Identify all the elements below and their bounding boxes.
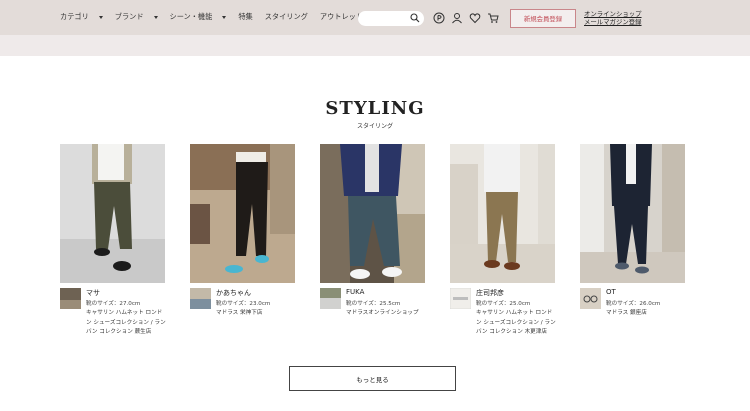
main-nav: カテゴリ ブランド シーン・機能 特集 スタイリング アウトレット <box>60 12 375 22</box>
styling-photo[interactable] <box>450 144 555 283</box>
section-title: STYLING <box>325 98 425 119</box>
nav-item-outlet[interactable]: アウトレット <box>320 12 363 22</box>
avatar <box>580 288 601 309</box>
nav-item-brand[interactable]: ブランド <box>115 12 158 22</box>
see-more-button[interactable]: もっと見る <box>289 366 456 391</box>
stylist-name: FUKA <box>346 288 365 296</box>
shop-link-line2[interactable]: メールマガジン登録 <box>584 18 642 26</box>
section-subtitle: スタイリング <box>356 123 393 130</box>
shoe-size: 靴のサイズ：26.0cm <box>606 301 661 307</box>
store-name: マドラスオンラインショップ <box>346 310 419 316</box>
shoe-size: 靴のサイズ：25.5cm <box>346 301 401 307</box>
store-name: マドラス 銀座店 <box>606 310 647 316</box>
cart-icon[interactable] <box>487 12 499 24</box>
search-input[interactable] <box>358 11 424 26</box>
caret-down-icon <box>222 15 227 19</box>
shoe-size: 靴のサイズ：23.0cm <box>216 301 271 307</box>
favorite-icon[interactable] <box>469 12 481 24</box>
styling-card[interactable]: 庄司邦彦 靴のサイズ：25.0cm キャサリン ハムネット ロンドン シューズコ… <box>450 144 556 348</box>
avatar <box>320 288 341 309</box>
nav-label: ブランド <box>114 12 144 21</box>
caret-down-icon <box>98 15 103 19</box>
nav-label: スタイリング <box>264 12 308 21</box>
shoe-size: 靴のサイズ：27.0cm <box>86 301 141 307</box>
nav-label: カテゴリ <box>60 12 89 21</box>
stylist-name: 庄司邦彦 <box>476 289 504 297</box>
styling-photo[interactable] <box>580 144 685 283</box>
nav-label: アウトレット <box>319 12 363 21</box>
styling-card[interactable]: FUKA 靴のサイズ：25.5cm マドラスオンラインショップ <box>320 144 425 348</box>
avatar <box>190 288 211 309</box>
styling-photo[interactable] <box>320 144 425 283</box>
stylist-name: マサ <box>86 289 100 297</box>
nav-item-styling[interactable]: スタイリング <box>265 12 308 22</box>
nav-item-scene[interactable]: シーン・機能 <box>170 12 227 22</box>
online-shop-newsletter-link[interactable]: オンラインショップ メールマガジン登録 <box>584 10 642 26</box>
caret-down-icon <box>153 15 158 19</box>
styling-card[interactable]: マサ 靴のサイズ：27.0cm キャサリン ハムネット ロンドン シューズコレク… <box>60 144 166 348</box>
store-name: キャサリン ハムネット ロンドン シューズコレクション / ランバン コレクショ… <box>476 310 556 335</box>
avatar <box>450 288 471 309</box>
stylist-name: かあちゃん <box>216 289 251 297</box>
shop-link-line1[interactable]: オンラインショップ <box>584 10 642 18</box>
stylist-name: OT <box>606 288 616 296</box>
store-icon[interactable] <box>433 12 445 24</box>
styling-photo[interactable] <box>190 144 295 283</box>
styling-card[interactable]: かあちゃん 靴のサイズ：23.0cm マドラス 栄神下店 <box>190 144 295 348</box>
account-icon[interactable] <box>451 12 463 24</box>
styling-photo[interactable] <box>60 144 165 283</box>
avatar <box>60 288 81 309</box>
shoe-size: 靴のサイズ：25.0cm <box>476 301 531 307</box>
search-icon[interactable] <box>410 13 420 23</box>
header-subbar <box>0 35 750 56</box>
store-name: キャサリン ハムネット ロンドン シューズコレクション / ランバン コレクショ… <box>86 310 166 335</box>
nav-item-feature[interactable]: 特集 <box>238 12 252 22</box>
nav-item-category[interactable]: カテゴリ <box>60 12 103 22</box>
nav-label: 特集 <box>238 12 253 21</box>
register-member-button[interactable]: 新規会員登録 <box>510 9 576 28</box>
store-name: マドラス 栄神下店 <box>216 310 263 316</box>
styling-card[interactable]: OT 靴のサイズ：26.0cm マドラス 銀座店 <box>580 144 685 348</box>
nav-label: シーン・機能 <box>169 12 213 21</box>
